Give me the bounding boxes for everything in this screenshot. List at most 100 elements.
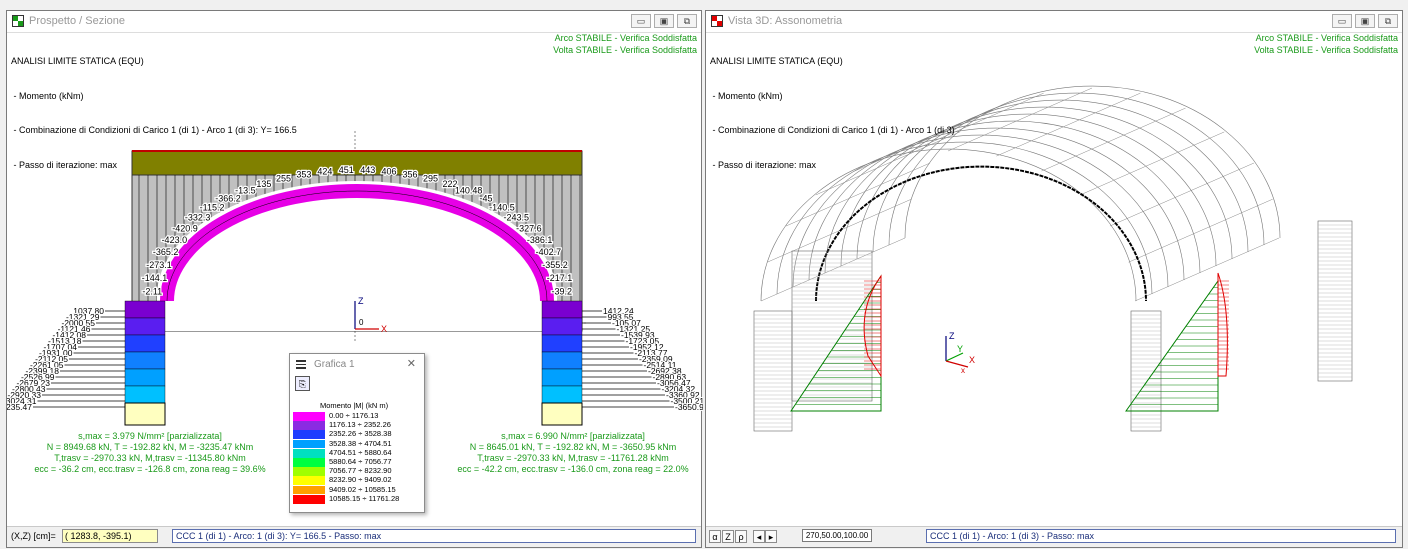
left-result-line: N = 8949.68 kN, T = -192.82 kN, M = -323… [47, 442, 254, 452]
window-title: Prospetto / Sezione [29, 15, 126, 27]
legend-swatch [293, 467, 325, 476]
legend-swatch [293, 485, 325, 495]
ccc-info-box: CCC 1 (di 1) - Arco: 1 (di 3): Y= 166.5 … [172, 529, 696, 543]
rho-view-button[interactable]: ρ [735, 530, 747, 543]
arch-moment-label: 140.48 [455, 186, 483, 196]
arch-moment-label: -332.3 [185, 212, 211, 222]
right-result-line: s,max = 6.990 N/mm² [parzializzata] [501, 431, 645, 441]
legend-row: 2352.26 ÷ 3528.38 [293, 429, 419, 440]
coord-readout: ( 1283.8, -395.1) [62, 529, 158, 543]
left-result-line: ecc = -36.2 cm, ecc.trasv = -126.8 cm, z… [34, 464, 265, 474]
legend-swatch [293, 448, 325, 458]
arch-moment-label: 356 [403, 169, 418, 179]
z-view-button[interactable]: Z [722, 530, 734, 543]
arch-moment-label: 424 [317, 167, 332, 177]
ccc-info-box: CCC 1 (di 1) - Arco: 1 (di 3) - Passo: m… [926, 529, 1396, 543]
info-line: ANALISI LIMITE STATICA (EQU) [710, 56, 843, 66]
right-result-line: ecc = -42.2 cm, ecc.trasv = -136.0 cm, z… [457, 464, 688, 474]
legend-row: 10585.15 ÷ 11761.28 [293, 494, 419, 504]
x-axis-label: X [969, 355, 975, 365]
arch-moment-label: -140.5 [489, 202, 515, 212]
arch-moment-label: -355.2 [542, 260, 568, 270]
legend-swatch [293, 430, 325, 440]
info-line: - Passo di iterazione: max [11, 159, 118, 170]
arch-moment-label: 353 [296, 169, 311, 179]
maximize-button[interactable]: ▣ [654, 14, 674, 28]
alpha-view-button[interactable]: α [709, 530, 721, 543]
right-pier-segment [541, 300, 583, 319]
arch-moment-label: -144.1 [142, 273, 168, 283]
x-axis-label: X [381, 324, 387, 334]
left-wall-face [791, 250, 873, 402]
3d-titlebar[interactable]: Vista 3D: Assonometria ▭ ▣ ⧉ [706, 11, 1402, 33]
legend-label: 2352.26 ÷ 3528.38 [329, 429, 392, 439]
arch-status: Arco STABILE - Verifica Soddisfatta [1255, 33, 1398, 43]
vault-longitudinal [996, 92, 1141, 157]
support-moment-label: -3650.95 [675, 402, 703, 412]
z-axis-label: Z [358, 296, 364, 306]
y-axis-label: Y [957, 344, 963, 354]
menu-icon[interactable] [296, 360, 306, 369]
right-pier-footing [541, 402, 583, 426]
arch-moment-label: -217.1 [547, 273, 573, 283]
analysis-info: ANALISI LIMITE STATICA (EQU) - Momento (… [11, 33, 297, 194]
minimize-button[interactable]: ▭ [631, 14, 651, 28]
x2-axis-label: x [961, 366, 965, 375]
left-pier-segment [124, 300, 166, 319]
analysis-info: ANALISI LIMITE STATICA (EQU) - Momento (… [710, 33, 955, 194]
arch-moment-label: 443 [360, 165, 375, 175]
maximize-button[interactable]: ▣ [1355, 14, 1375, 28]
3d-window[interactable]: Z YXx Vista 3D: Assonometria ▭ ▣ ⧉ ANALIS… [705, 10, 1403, 548]
next-arch-button[interactable]: ▸ [765, 530, 777, 543]
legend-swatch [293, 439, 325, 449]
close-icon[interactable]: ✕ [407, 357, 416, 370]
view-params-field[interactable]: 270,50.00,100.00 [802, 529, 872, 542]
legend-row: 8232.90 ÷ 9409.02 [293, 475, 419, 486]
info-line: - Passo di iterazione: max [710, 159, 817, 170]
minimize-button[interactable]: ▭ [1332, 14, 1352, 28]
verification-status: Arco STABILE - Verifica Soddisfatta Volt… [1254, 33, 1398, 56]
right-moment-diagram [1217, 272, 1228, 377]
left-pier-segment [124, 351, 166, 370]
left-result-line: s,max = 3.979 N/mm² [parzializzata] [78, 431, 222, 441]
app-icon [12, 15, 24, 27]
left-pier-segment [124, 317, 166, 336]
info-line: - Combinazione di Condizioni di Carico 1… [11, 125, 297, 135]
left-pier-segment [124, 368, 166, 387]
app-icon [711, 15, 723, 27]
left-pier-segment [124, 334, 166, 353]
vault-status: Volta STABILE - Verifica Soddisfatta [1254, 44, 1398, 55]
vault-longitudinal [760, 237, 906, 302]
restore-button[interactable]: ⧉ [677, 14, 697, 28]
copy-icon[interactable]: ⎘ [295, 376, 310, 391]
info-line: - Momento (kNm) [11, 90, 84, 101]
left-pier-segment [124, 385, 166, 404]
legend-swatch [293, 494, 325, 504]
arch-moment-label: -2.11 [142, 286, 162, 296]
support-moment-label: -3235.47 [7, 402, 32, 412]
arch-moment-label: 295 [423, 174, 438, 184]
right-pier-segment [541, 317, 583, 336]
right-pier-segment [541, 385, 583, 404]
elevation-titlebar[interactable]: Prospetto / Sezione ▭ ▣ ⧉ [7, 11, 701, 33]
left-pier-footing [124, 402, 166, 426]
arch-moment-label: -420.9 [172, 223, 198, 233]
legend-swatch [293, 412, 325, 421]
info-line: ANALISI LIMITE STATICA (EQU) [11, 56, 144, 66]
legend-panel[interactable]: Grafica 1 ✕ ⎘ Momento |M| (kN m) 0.00 ÷ … [289, 353, 425, 513]
legend-title: Grafica 1 [314, 359, 355, 370]
verification-status: Arco STABILE - Verifica Soddisfatta Volt… [553, 33, 697, 56]
right-pier-segment [541, 368, 583, 387]
vault-status: Volta STABILE - Verifica Soddisfatta [553, 44, 697, 55]
right-pier-segment [541, 351, 583, 370]
origin-label: 0 [359, 318, 364, 327]
info-line: - Combinazione di Condizioni di Carico 1… [710, 125, 955, 135]
right-result-line: N = 8645.01 kN, T = -192.82 kN, M = -365… [470, 442, 677, 452]
vault-longitudinal [1134, 237, 1280, 302]
legend-swatch [293, 458, 325, 467]
legend-label: 8232.90 ÷ 9409.02 [329, 475, 392, 485]
prev-arch-button[interactable]: ◂ [753, 530, 765, 543]
arch-moment-label: -365.2 [153, 247, 179, 257]
restore-button[interactable]: ⧉ [1378, 14, 1398, 28]
legend-swatch [293, 421, 325, 430]
